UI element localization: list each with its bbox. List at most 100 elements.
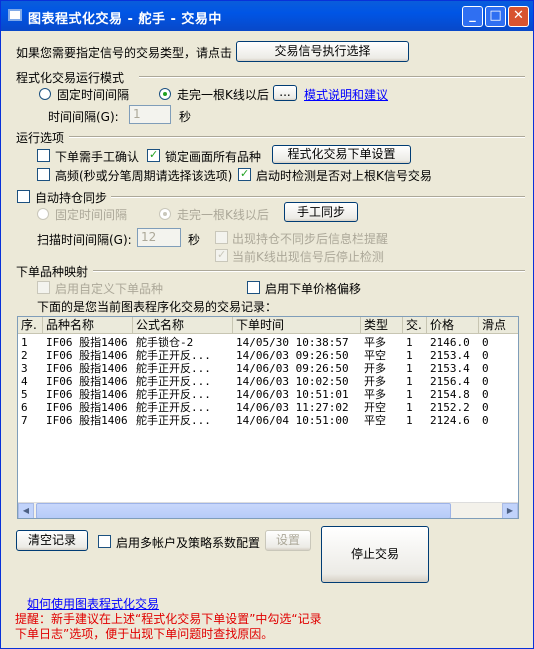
scan-interval-label: 扫描时间间隔(G): (37, 233, 132, 247)
hint-text: 提醒：新手建议在上述“程式化交易下单设置”中勾选“记录 下单日志”选项，便于出现… (15, 612, 322, 642)
manual-confirm-label: 下单需手工确认 (55, 150, 140, 164)
cell-product: IF06 股指1406 (46, 401, 128, 414)
cell-index: 2 (21, 349, 28, 362)
cell-qty: 1 (406, 362, 413, 375)
mode-section-title: 程式化交易运行模式 (16, 71, 125, 85)
table-row[interactable]: 3 IF06 股指1406 舵手正开反... 14/06/03 09:26:50 开多 1… (18, 362, 518, 375)
check-last-bar-checkbox[interactable]: ✓ (238, 167, 251, 181)
order-settings-button[interactable]: 程式化交易下单设置 (272, 145, 411, 164)
cell-time: 14/06/03 09:26:50 (236, 362, 349, 375)
price-offset-checkbox[interactable] (247, 281, 260, 294)
check-mark-icon: ✓ (217, 248, 227, 261)
stop-trading-button[interactable]: 停止交易 (321, 526, 429, 583)
col-header-type[interactable]: 类型 (361, 317, 403, 333)
col-header-time[interactable]: 下单时间 (233, 317, 361, 333)
cell-product: IF06 股指1406 (46, 349, 128, 362)
mapping-section-title: 下单品种映射 (16, 265, 89, 279)
cell-type: 平多 (364, 336, 386, 349)
cell-qty: 1 (406, 336, 413, 349)
signal-select-button[interactable]: 交易信号执行选择 (236, 41, 409, 62)
sync-fixed-label: 固定时间间隔 (55, 208, 128, 222)
col-header-slippage[interactable]: 滑点 (479, 317, 518, 333)
cell-index: 5 (21, 388, 28, 401)
cell-slippage: 0 (482, 336, 489, 349)
multi-account-checkbox[interactable] (98, 535, 111, 548)
radio-dot (163, 92, 167, 96)
manual-sync-button[interactable]: 手工同步 (284, 202, 358, 222)
auto-sync-title: 自动持仓同步 (35, 191, 108, 205)
maximize-button[interactable]: □ (485, 6, 506, 27)
run-section-title: 运行选项 (16, 131, 65, 145)
mode-after-bar-radio[interactable] (159, 88, 171, 100)
mode-after-bar-label: 走完一根K线以后 (177, 88, 269, 102)
cell-formula: 舵手正开反... (136, 414, 211, 427)
howto-link[interactable]: 如何使用图表程式化交易 (27, 595, 159, 612)
custom-product-checkbox[interactable] (37, 281, 50, 294)
stop-check-label: 当前K线出现信号后停止检测 (232, 250, 384, 264)
close-button[interactable]: ✕ (508, 6, 529, 27)
mode-separator (139, 76, 525, 78)
col-header-product[interactable]: 品种名称 (43, 317, 133, 333)
lock-all-label: 锁定画面所有品种 (165, 150, 262, 164)
run-separator (69, 136, 525, 138)
clear-records-button[interactable]: 清空记录 (16, 530, 88, 551)
sync-fixed-radio[interactable] (37, 208, 49, 220)
interval-input[interactable]: 1 (129, 105, 171, 124)
trade-records-list[interactable]: 序. 品种名称 公式名称 下单时间 类型 交. 价格 滑点 1 IF06 股指14… (17, 316, 519, 519)
manual-confirm-checkbox[interactable] (37, 149, 50, 162)
mode-dots-button[interactable]: ... (273, 85, 297, 101)
custom-product-label: 启用自定义下单品种 (55, 282, 164, 296)
cell-type: 开空 (364, 401, 386, 414)
cell-price: 2153.4 (430, 349, 470, 362)
minimize-button[interactable]: _ (462, 6, 483, 27)
cell-formula: 舵手锁仓-2 (136, 336, 194, 349)
check-last-bar-label: 启动时检测是否对上根K信号交易 (256, 169, 432, 183)
table-row[interactable]: 4 IF06 股指1406 舵手正开反... 14/06/03 10:02:50 开多 1… (18, 375, 518, 388)
table-row[interactable]: 6 IF06 股指1406 舵手正开反... 14/06/03 11:27:02 开空 1… (18, 401, 518, 414)
app-icon (8, 9, 22, 21)
sync-after-bar-label: 走完一根K线以后 (177, 208, 269, 222)
scan-interval-input[interactable]: 12 (137, 228, 181, 247)
settings-button[interactable]: 设置 (265, 530, 311, 551)
scroll-right-icon[interactable]: ▶ (502, 503, 518, 518)
cell-product: IF06 股指1406 (46, 336, 128, 349)
col-header-formula[interactable]: 公式名称 (133, 317, 233, 333)
stop-check-checkbox[interactable]: ✓ (215, 248, 228, 262)
scroll-left-icon[interactable]: ◀ (18, 503, 34, 518)
cell-price: 2146.0 (430, 336, 470, 349)
mode-help-link[interactable]: 模式说明和建议 (304, 86, 388, 103)
cell-price: 2152.2 (430, 401, 470, 414)
cell-index: 1 (21, 336, 28, 349)
col-header-price[interactable]: 价格 (427, 317, 479, 333)
table-row[interactable]: 7 IF06 股指1406 舵手正开反... 14/06/04 10:51:00 平空 1… (18, 414, 518, 427)
auto-sync-checkbox[interactable] (17, 190, 30, 203)
title-bar[interactable]: 图表程式化交易 - 舵手 - 交易中 _ □ ✕ (1, 1, 533, 31)
horizontal-scrollbar[interactable]: ◀ ▶ (18, 502, 518, 518)
cell-slippage: 0 (482, 375, 489, 388)
cell-qty: 1 (406, 401, 413, 414)
cell-product: IF06 股指1406 (46, 414, 128, 427)
cell-product: IF06 股指1406 (46, 388, 128, 401)
scroll-thumb[interactable] (36, 503, 451, 518)
high-freq-checkbox[interactable] (37, 168, 50, 181)
cell-slippage: 0 (482, 388, 489, 401)
hint-line-2: 下单日志”选项，便于出现下单问题时查找原因。 (15, 627, 274, 641)
col-header-qty[interactable]: 交. (403, 317, 427, 333)
table-row[interactable]: 5 IF06 股指1406 舵手正开反... 14/06/03 10:51:01 平多 1… (18, 388, 518, 401)
cell-slippage: 0 (482, 349, 489, 362)
cell-index: 7 (21, 414, 28, 427)
sync-after-bar-radio[interactable] (159, 208, 171, 220)
status-alert-checkbox[interactable] (215, 231, 228, 244)
main-window: 图表程式化交易 - 舵手 - 交易中 _ □ ✕ 如果您需要指定信号的交易类型，… (0, 0, 534, 649)
multi-account-label: 启用多帐户及策略系数配置 (116, 536, 261, 550)
radio-dot (163, 212, 167, 216)
table-row[interactable]: 1 IF06 股指1406 舵手锁仓-2 14/05/30 10:38:57 平多 1 21… (18, 336, 518, 349)
cell-type: 开多 (364, 375, 386, 388)
col-header-index[interactable]: 序. (18, 317, 43, 333)
mode-fixed-radio[interactable] (39, 88, 51, 100)
cell-slippage: 0 (482, 362, 489, 375)
cell-qty: 1 (406, 375, 413, 388)
cell-price: 2154.8 (430, 388, 470, 401)
table-row[interactable]: 2 IF06 股指1406 舵手正开反... 14/06/03 09:26:50 平空 1… (18, 349, 518, 362)
lock-all-checkbox[interactable]: ✓ (147, 148, 160, 162)
